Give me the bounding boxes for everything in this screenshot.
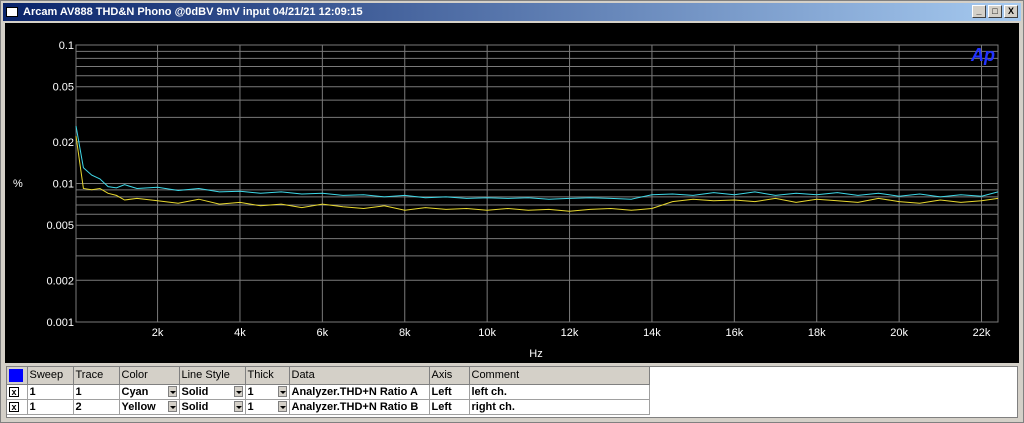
- row-sweep[interactable]: 1: [27, 399, 74, 415]
- row-data[interactable]: Analyzer.THD+N Ratio B: [289, 399, 430, 415]
- y-tick-labels: 0.1 0.05 0.02 0.01 0.005 0.002 0.001: [46, 40, 74, 329]
- checkbox-checked-icon[interactable]: x: [9, 401, 19, 412]
- x-tick-label: 20k: [890, 327, 908, 339]
- header-thick[interactable]: Thick: [245, 367, 290, 385]
- legend-row[interactable]: x 1 2 Yellow Solid 1 Analyzer.THD+N Rati…: [7, 399, 650, 415]
- dropdown-arrow-icon[interactable]: [277, 400, 287, 412]
- x-tick-label: 8k: [399, 327, 411, 339]
- dropdown-arrow-icon[interactable]: [167, 400, 177, 412]
- x-tick-label: 4k: [234, 327, 246, 339]
- row-checkbox[interactable]: x: [7, 399, 28, 415]
- legend-corner[interactable]: [7, 367, 28, 385]
- close-button[interactable]: X: [1004, 5, 1018, 18]
- row-line-style-value: Solid: [181, 400, 209, 413]
- row-thick[interactable]: 1: [245, 384, 290, 400]
- row-axis[interactable]: Left: [429, 384, 470, 400]
- x-tick-label: 16k: [725, 327, 743, 339]
- x-axis-label: Hz: [529, 348, 542, 360]
- dropdown-arrow-icon[interactable]: [233, 400, 243, 412]
- checkbox-checked-icon[interactable]: x: [9, 386, 19, 397]
- plot-area[interactable]: 0.1 0.05 0.02 0.01 0.005 0.002 0.001 2k 4k 6k 8k 1…: [5, 23, 1019, 363]
- header-line-style[interactable]: Line Style: [179, 367, 246, 385]
- x-tick-label: 18k: [808, 327, 826, 339]
- series-line-cyan: [75, 125, 999, 200]
- row-trace[interactable]: 1: [73, 384, 120, 400]
- dropdown-arrow-icon[interactable]: [167, 385, 177, 397]
- legend-table: Sweep Trace Color Line Style Thick Data …: [7, 367, 650, 415]
- legend-header-row: Sweep Trace Color Line Style Thick Data …: [7, 367, 650, 385]
- y-tick-label: 0.002: [46, 275, 74, 287]
- x-tick-label: 10k: [478, 327, 496, 339]
- maximize-button[interactable]: □: [988, 5, 1002, 18]
- y-tick-label: 0.05: [53, 82, 74, 94]
- row-line-style[interactable]: Solid: [179, 384, 246, 400]
- app-window: Arcam AV888 THD&N Phono @0dBV 9mV input …: [0, 0, 1024, 423]
- header-data[interactable]: Data: [289, 367, 430, 385]
- x-tick-labels: 2k 4k 6k 8k 10k 12k 14k 16k 18k 20k 22k: [152, 327, 991, 339]
- y-tick-label: 0.02: [53, 137, 74, 149]
- row-color[interactable]: Cyan: [119, 384, 180, 400]
- trace-legend-table[interactable]: Sweep Trace Color Line Style Thick Data …: [6, 366, 1018, 418]
- row-trace[interactable]: 2: [73, 399, 120, 415]
- x-tick-label: 22k: [973, 327, 991, 339]
- minimize-button[interactable]: _: [972, 5, 986, 18]
- color-swatch-icon: [9, 368, 23, 382]
- row-checkbox[interactable]: x: [7, 384, 28, 400]
- row-sweep[interactable]: 1: [27, 384, 74, 400]
- row-comment[interactable]: left ch.: [469, 384, 650, 400]
- x-tick-label: 2k: [152, 327, 164, 339]
- dropdown-arrow-icon[interactable]: [233, 385, 243, 397]
- dropdown-arrow-icon[interactable]: [277, 385, 287, 397]
- row-line-style-value: Solid: [181, 385, 209, 398]
- row-color[interactable]: Yellow: [119, 399, 180, 415]
- series-line-yellow: [75, 136, 999, 212]
- ap-logo: Ap: [970, 45, 995, 65]
- header-axis[interactable]: Axis: [429, 367, 470, 385]
- window-controls: _ □ X: [972, 5, 1018, 18]
- row-data[interactable]: Analyzer.THD+N Ratio A: [289, 384, 430, 400]
- header-sweep[interactable]: Sweep: [27, 367, 74, 385]
- legend-row[interactable]: x 1 1 Cyan Solid 1 Analyzer.THD+N Ratio …: [7, 384, 650, 400]
- row-comment[interactable]: right ch.: [469, 399, 650, 415]
- y-tick-label: 0.1: [59, 40, 74, 52]
- y-tick-label: 0.001: [46, 317, 74, 329]
- grid-lines: [75, 44, 999, 323]
- row-color-value: Yellow: [121, 400, 156, 413]
- y-axis-label: %: [13, 178, 23, 190]
- row-thick-value: 1: [247, 385, 254, 398]
- x-tick-label: 6k: [317, 327, 329, 339]
- row-line-style[interactable]: Solid: [179, 399, 246, 415]
- row-axis[interactable]: Left: [429, 399, 470, 415]
- app-icon: [6, 7, 18, 17]
- header-color[interactable]: Color: [119, 367, 180, 385]
- window-title: Arcam AV888 THD&N Phono @0dBV 9mV input …: [23, 6, 363, 18]
- series-lines: [75, 125, 999, 212]
- row-color-value: Cyan: [121, 385, 149, 398]
- thd-chart: 0.1 0.05 0.02 0.01 0.005 0.002 0.001 2k 4k 6k 8k 1…: [13, 40, 999, 360]
- row-thick-value: 1: [247, 400, 254, 413]
- x-tick-label: 12k: [561, 327, 579, 339]
- title-bar[interactable]: Arcam AV888 THD&N Phono @0dBV 9mV input …: [3, 3, 1021, 21]
- header-trace[interactable]: Trace: [73, 367, 120, 385]
- y-tick-label: 0.005: [46, 220, 74, 232]
- header-comment[interactable]: Comment: [469, 367, 650, 385]
- x-tick-label: 14k: [643, 327, 661, 339]
- y-tick-label: 0.01: [53, 179, 74, 191]
- row-thick[interactable]: 1: [245, 399, 290, 415]
